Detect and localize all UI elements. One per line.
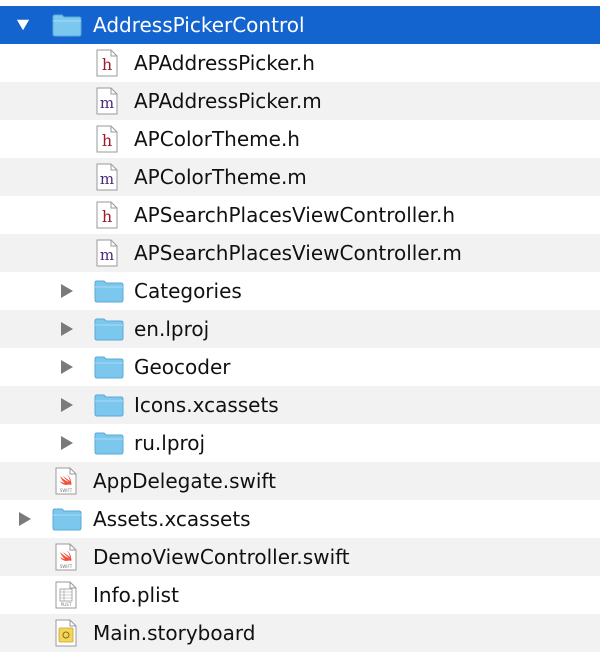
row-label: Geocoder (134, 355, 231, 379)
row-label: APSearchPlacesViewController.m (134, 241, 462, 265)
navigator-row-folder[interactable]: ru.lproj (0, 424, 600, 462)
row-label: en.lproj (134, 317, 210, 341)
navigator-row-file[interactable]: m APSearchPlacesViewController.m (0, 234, 600, 272)
project-navigator: AddressPickerControl h APAddressPicker.h… (0, 0, 600, 656)
disclosure-expanded-icon[interactable] (16, 17, 30, 33)
swift-file-icon: SWIFT (55, 467, 77, 495)
navigator-row-file[interactable]: SWIFT DemoViewController.swift (0, 538, 600, 576)
navigator-row-file[interactable]: h APAddressPicker.h (0, 44, 600, 82)
navigator-row-file[interactable]: h APSearchPlacesViewController.h (0, 196, 600, 234)
row-label: APColorTheme.h (134, 127, 300, 151)
icon-caption: PLIST (61, 602, 72, 607)
folder-icon (52, 13, 82, 37)
navigator-row-file[interactable]: Main.storyboard (0, 614, 600, 652)
navigator-row-folder[interactable]: Icons.xcassets (0, 386, 600, 424)
folder-icon (94, 317, 124, 341)
row-label: DemoViewController.swift (93, 545, 350, 569)
svg-text:h: h (102, 207, 112, 226)
header-file-icon: h (96, 201, 118, 229)
row-label: Icons.xcassets (134, 393, 279, 417)
disclosure-collapsed-icon[interactable] (60, 283, 74, 299)
navigator-row-file[interactable]: h APColorTheme.h (0, 120, 600, 158)
navigator-row-folder[interactable]: Categories (0, 272, 600, 310)
row-label: Info.plist (93, 583, 179, 607)
objc-file-icon: m (96, 239, 118, 267)
navigator-row-addresspickercontrol[interactable]: AddressPickerControl (0, 6, 600, 44)
disclosure-collapsed-icon[interactable] (60, 321, 74, 337)
navigator-row-folder[interactable]: en.lproj (0, 310, 600, 348)
svg-text:m: m (100, 94, 114, 112)
folder-icon (94, 393, 124, 417)
icon-caption: SWIFT (60, 564, 73, 569)
row-label: APColorTheme.m (134, 165, 307, 189)
objc-file-icon: m (96, 163, 118, 191)
svg-text:m: m (100, 246, 114, 264)
row-label: Assets.xcassets (93, 507, 251, 531)
svg-text:h: h (102, 55, 112, 74)
navigator-row-folder[interactable]: Geocoder (0, 348, 600, 386)
row-label: ru.lproj (134, 431, 206, 455)
swift-file-icon: SWIFT (55, 543, 77, 571)
storyboard-file-icon (55, 619, 77, 647)
navigator-row-file[interactable]: m APColorTheme.m (0, 158, 600, 196)
disclosure-collapsed-icon[interactable] (60, 397, 74, 413)
navigator-row-file[interactable]: SWIFT AppDelegate.swift (0, 462, 600, 500)
row-label: APAddressPicker.m (134, 89, 322, 113)
row-label: Categories (134, 279, 242, 303)
row-label: AppDelegate.swift (93, 469, 276, 493)
navigator-row-folder[interactable]: Assets.xcassets (0, 500, 600, 538)
folder-icon (94, 279, 124, 303)
row-label: APSearchPlacesViewController.h (134, 203, 456, 227)
svg-text:m: m (100, 170, 114, 188)
icon-caption: SWIFT (60, 488, 73, 493)
disclosure-collapsed-icon[interactable] (60, 359, 74, 375)
plist-file-icon: PLIST (55, 581, 77, 609)
folder-icon (52, 507, 82, 531)
header-file-icon: h (96, 125, 118, 153)
svg-text:h: h (102, 131, 112, 150)
folder-icon (94, 355, 124, 379)
row-label: AddressPickerControl (93, 13, 305, 37)
disclosure-collapsed-icon[interactable] (60, 435, 74, 451)
header-file-icon: h (96, 49, 118, 77)
disclosure-collapsed-icon[interactable] (18, 511, 32, 527)
row-label: Main.storyboard (93, 621, 256, 645)
row-label: APAddressPicker.h (134, 51, 315, 75)
objc-file-icon: m (96, 87, 118, 115)
navigator-row-file[interactable]: m APAddressPicker.m (0, 82, 600, 120)
folder-icon (94, 431, 124, 455)
navigator-row-file[interactable]: PLIST Info.plist (0, 576, 600, 614)
